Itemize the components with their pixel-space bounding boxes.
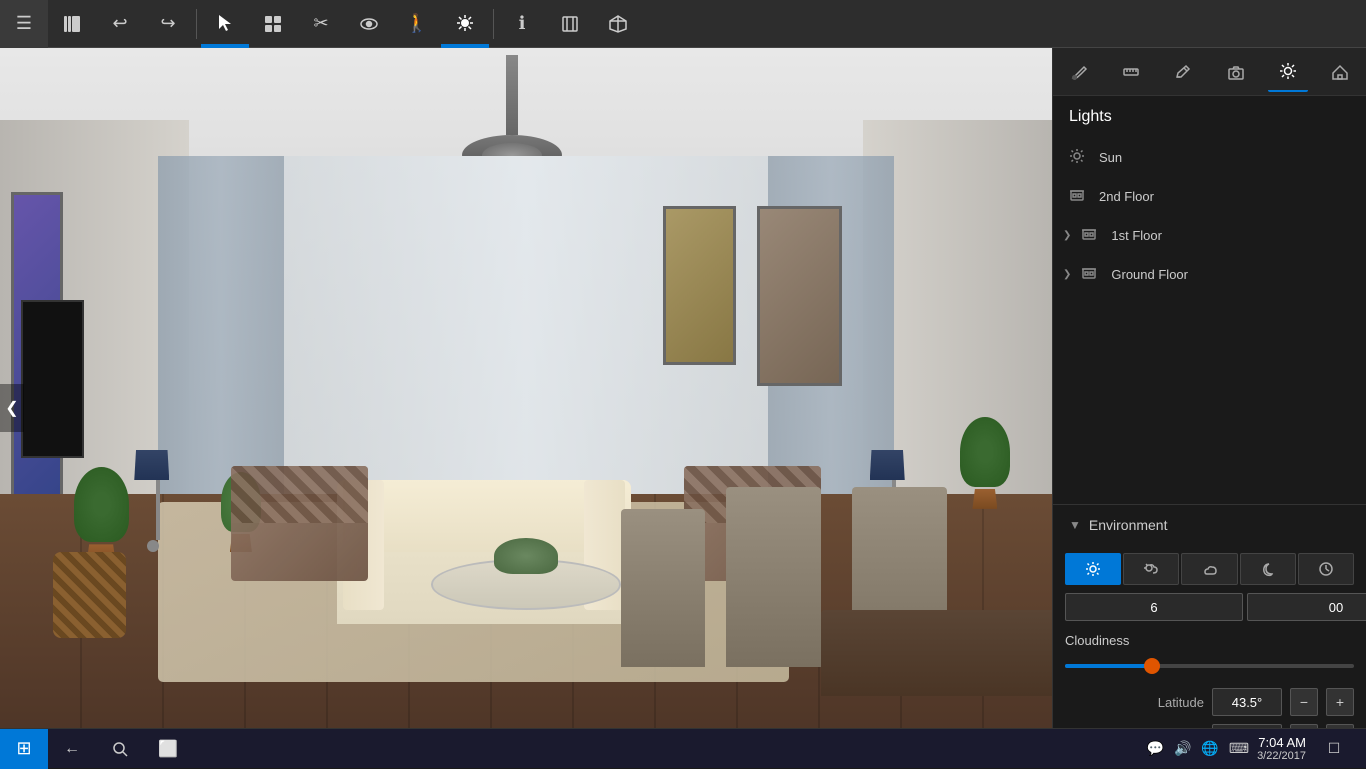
right-wall-art-1: [757, 206, 841, 386]
taskbar-tray: 💬 🔊 🌐 ⌨ 7:04 AM 3/22/2017 ☐: [1135, 729, 1366, 769]
taskbar-multitask-icon[interactable]: ⬜: [144, 729, 192, 769]
room-scene: ❮: [0, 48, 1052, 768]
toolbar-left-group: ☰ ↩ ↪: [0, 0, 192, 48]
plant-3: [960, 417, 1010, 509]
undo-icon[interactable]: ↩: [96, 0, 144, 48]
environment-header[interactable]: ▼ Environment: [1053, 505, 1366, 545]
walk-icon[interactable]: 🚶: [393, 0, 441, 48]
toolbar-right-group: ℹ: [498, 0, 642, 48]
light-item-1st-floor[interactable]: ❯ 1st Floor: [1053, 216, 1366, 255]
taskbar-network-icon[interactable]: 🌐: [1201, 740, 1218, 757]
taskbar-notification-icon[interactable]: ☐: [1314, 729, 1354, 769]
cloudiness-slider[interactable]: [1065, 656, 1354, 676]
objects-tool-icon[interactable]: [249, 0, 297, 48]
environment-expand-icon: ▼: [1069, 518, 1081, 532]
env-btn-night[interactable]: [1240, 553, 1296, 585]
ground-floor-light-label: Ground Floor: [1111, 267, 1188, 282]
env-btn-clear-day[interactable]: [1065, 553, 1121, 585]
scissors-tool-icon[interactable]: ✂: [297, 0, 345, 48]
toolbar-sep-1: [196, 9, 197, 39]
environment-title: Environment: [1089, 517, 1168, 533]
armchair-left: [231, 466, 368, 581]
taskbar-search-icon[interactable]: [96, 729, 144, 769]
latitude-value[interactable]: 43.5°: [1212, 688, 1282, 716]
info-tool-icon[interactable]: ℹ: [498, 0, 546, 48]
frame-tool-icon[interactable]: [546, 0, 594, 48]
env-btn-cloudy[interactable]: [1181, 553, 1237, 585]
dining-chair-3: [621, 509, 705, 667]
2nd-floor-light-icon: [1069, 187, 1087, 206]
env-btn-custom-time[interactable]: [1298, 553, 1354, 585]
top-toolbar: ☰ ↩ ↪ ✂: [0, 0, 1366, 48]
2nd-floor-light-label: 2nd Floor: [1099, 189, 1154, 204]
3d-viewport[interactable]: ❮: [0, 48, 1052, 768]
taskbar-volume-icon[interactable]: 🔊: [1174, 740, 1191, 757]
select-tool-icon[interactable]: [201, 0, 249, 48]
panel-camera-icon[interactable]: [1216, 52, 1256, 92]
latitude-decrease-btn[interactable]: −: [1290, 688, 1318, 716]
floor-lamp-left: [147, 450, 169, 552]
light-item-2nd-floor[interactable]: 2nd Floor: [1053, 177, 1366, 216]
1st-floor-light-icon: [1081, 226, 1099, 245]
panel-house-icon[interactable]: [1320, 52, 1360, 92]
library-icon[interactable]: [48, 0, 96, 48]
light-item-ground-floor[interactable]: ❯ Ground Floor: [1053, 255, 1366, 294]
taskbar-time: 7:04 AM: [1257, 735, 1306, 750]
viewport-left-arrow[interactable]: ❮: [0, 384, 24, 432]
time-hour-input[interactable]: [1065, 593, 1243, 621]
sun-light-icon: [1069, 148, 1087, 167]
taskbar-chat-icon[interactable]: 💬: [1147, 740, 1164, 757]
chandelier-pole: [506, 55, 518, 135]
right-panel: Lights Sun: [1052, 48, 1366, 768]
sun-tool-icon[interactable]: [441, 0, 489, 48]
table-decor: [494, 538, 557, 574]
3d-cube-icon[interactable]: [594, 0, 642, 48]
latitude-row: Latitude 43.5° − +: [1065, 688, 1354, 716]
toolbar-center-group: ✂ 🚶: [201, 0, 489, 48]
taskbar-keyboard-icon[interactable]: ⌨: [1229, 740, 1249, 757]
env-btn-partly-cloudy[interactable]: [1123, 553, 1179, 585]
taskbar-tray-icons: 💬 🔊 🌐 ⌨: [1147, 740, 1250, 757]
panel-brush-icon[interactable]: [1059, 52, 1099, 92]
sun-light-label: Sun: [1099, 150, 1122, 165]
tv: [21, 300, 84, 458]
taskbar-date: 3/22/2017: [1257, 750, 1306, 762]
toolbar-sep-2: [493, 9, 494, 39]
1st-floor-light-label: 1st Floor: [1111, 228, 1162, 243]
light-item-sun[interactable]: Sun: [1053, 138, 1366, 177]
redo-icon[interactable]: ↪: [144, 0, 192, 48]
1st-floor-expand-icon[interactable]: ❯: [1063, 230, 1071, 241]
dining-chair-2: [726, 487, 821, 667]
lights-title: Lights: [1053, 96, 1366, 138]
environment-type-buttons: [1065, 553, 1354, 585]
panel-edit-icon[interactable]: [1163, 52, 1203, 92]
start-button[interactable]: ⊞: [0, 729, 48, 769]
ground-floor-expand-icon[interactable]: ❯: [1063, 269, 1071, 280]
view-icon[interactable]: [345, 0, 393, 48]
wicker-basket: [53, 552, 127, 638]
panel-ruler-icon[interactable]: [1111, 52, 1151, 92]
latitude-label: Latitude: [1065, 695, 1204, 710]
menu-icon[interactable]: ☰: [0, 0, 48, 48]
cloudiness-label: Cloudiness: [1065, 633, 1354, 648]
time-inputs: AM: [1065, 593, 1354, 621]
latitude-increase-btn[interactable]: +: [1326, 688, 1354, 716]
panel-lights-icon[interactable]: [1268, 52, 1308, 92]
time-minute-input[interactable]: [1247, 593, 1366, 621]
taskbar-back-icon[interactable]: ←: [48, 729, 96, 769]
taskbar: ⊞ ← ⬜ 💬 🔊 🌐 ⌨ 7:04 AM 3/22/2017 ☐: [0, 728, 1366, 768]
dining-table: [821, 610, 1052, 696]
ground-floor-light-icon: [1081, 265, 1099, 284]
right-wall-art-2: [663, 206, 737, 364]
lights-section: Lights Sun: [1053, 96, 1366, 294]
taskbar-clock[interactable]: 7:04 AM 3/22/2017: [1257, 735, 1306, 762]
panel-icon-bar: [1053, 48, 1366, 96]
panel-spacer: [1053, 294, 1366, 496]
